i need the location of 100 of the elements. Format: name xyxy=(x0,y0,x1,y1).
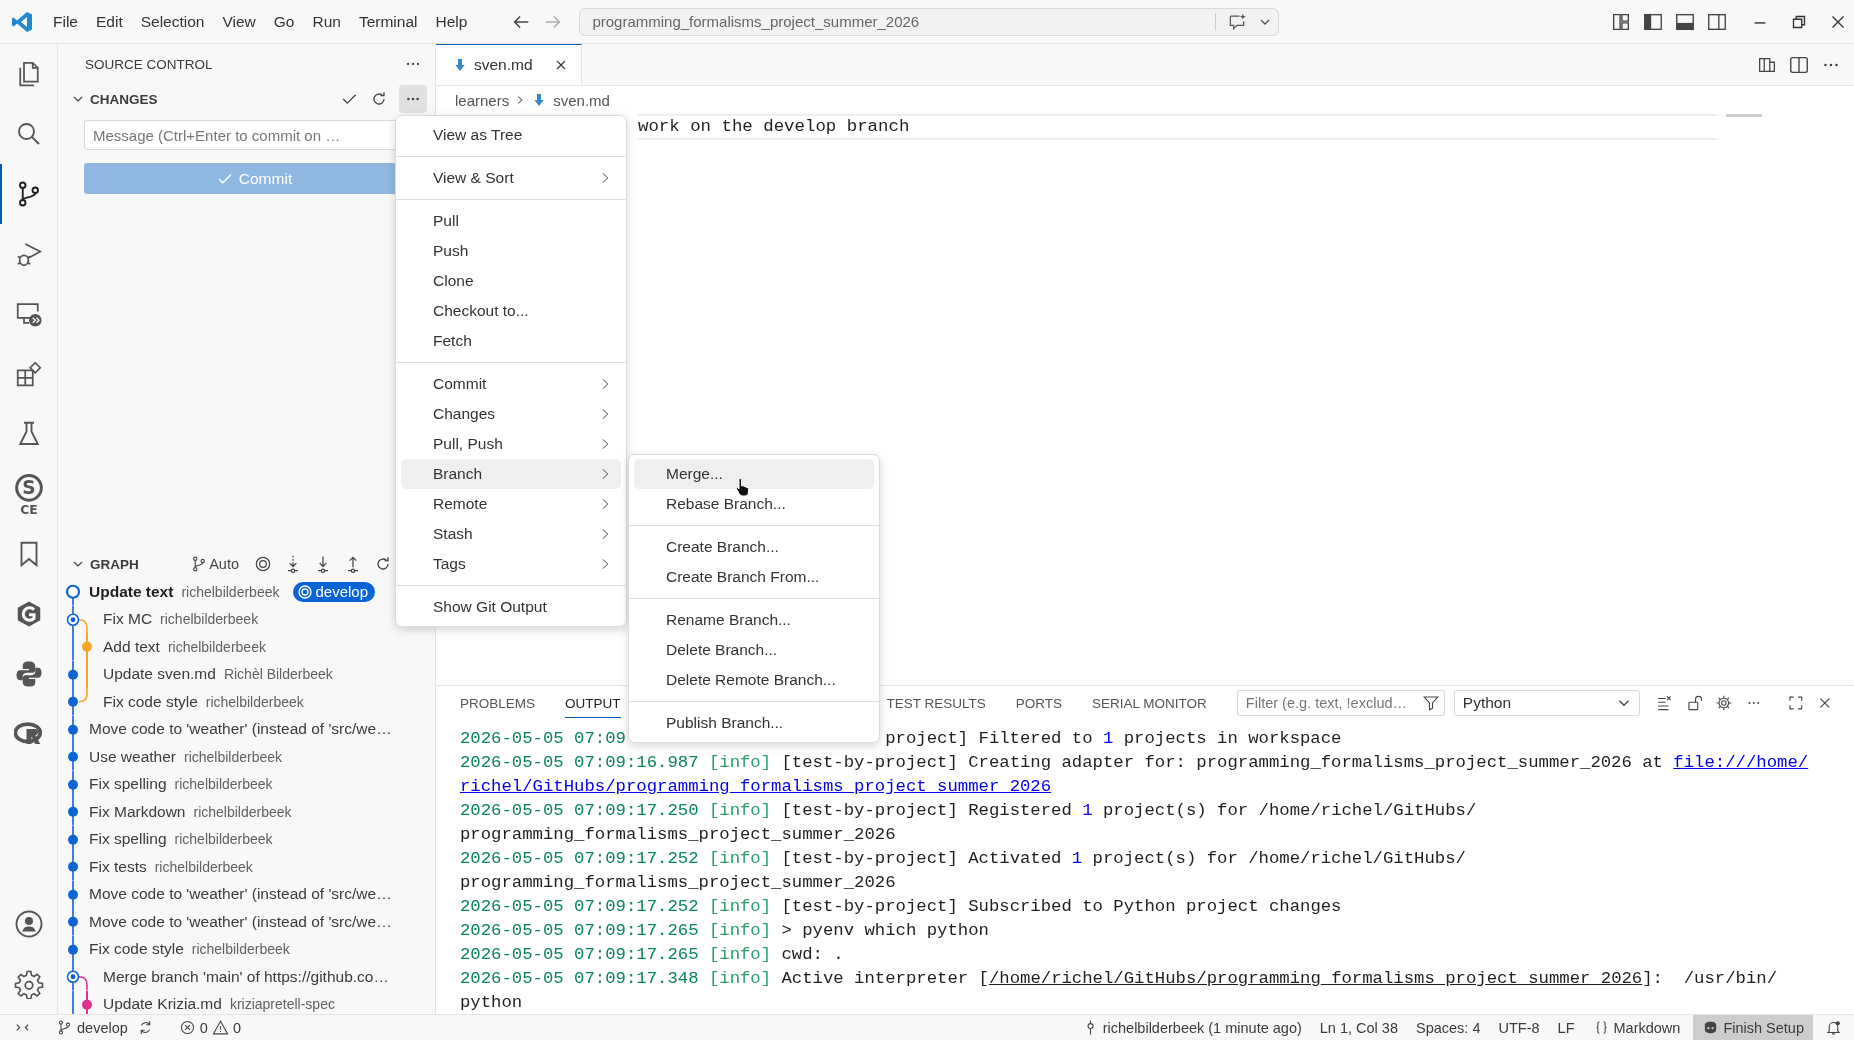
problems-status-item[interactable]: 0 0 xyxy=(169,1015,254,1040)
editor-tab[interactable]: sven.md xyxy=(436,44,582,85)
commit-message[interactable]: Fix tests xyxy=(89,857,147,876)
menu-item[interactable]: Merge... xyxy=(634,459,874,489)
sidebar-title: SOURCE CONTROL xyxy=(85,56,214,72)
path-link[interactable]: /home/richel/GitHubs/programming_formalisms_project_summer_2026 xyxy=(988,969,1643,988)
commit-author: richelbilderbeek xyxy=(167,638,266,655)
menu-item[interactable]: Push xyxy=(401,236,621,266)
menu-item[interactable]: Remote xyxy=(401,489,621,519)
menu-item[interactable]: Rename Branch... xyxy=(634,605,874,635)
status-item[interactable]: Ln 1, Col 38 xyxy=(1310,1015,1407,1040)
menu-bar-item[interactable]: Help xyxy=(426,12,477,31)
menu-item[interactable]: Branch xyxy=(401,459,621,489)
commit-author: richelbilderbeek xyxy=(193,803,292,820)
commit-author: richelbilderbeek xyxy=(174,776,273,793)
warning-count: 0 xyxy=(232,1019,241,1036)
menu-item[interactable]: Pull, Push xyxy=(401,429,621,459)
commit-message[interactable]: Fix code style xyxy=(103,692,198,711)
menu-item[interactable]: Delete Remote Branch... xyxy=(634,665,874,695)
last-commit-status-item[interactable]: richelbilderbeek (1 minute ago) xyxy=(1072,1015,1311,1040)
commit-author: richelbilderbeek xyxy=(191,941,290,958)
output-line: 2026-05-05 07:09:17.250 [info] [test-by-project] Registered 1 project(s) for /home/richel/GitHubs/ xyxy=(460,800,1478,822)
channel-dropdown[interactable]: Python xyxy=(1453,690,1641,716)
status-item[interactable]: UTF-8 xyxy=(1489,1015,1549,1040)
auto-mode-button[interactable]: Auto xyxy=(190,555,239,573)
branch-name: develop xyxy=(77,1019,128,1036)
commit-author: richelbilderbeek xyxy=(181,583,280,600)
menu-bar-item[interactable]: Edit xyxy=(87,12,132,31)
language-name: Markdown xyxy=(1613,1019,1681,1036)
menu-item[interactable]: Stash xyxy=(401,519,621,549)
menu-item[interactable]: Changes xyxy=(401,399,621,429)
commit-author: richelbilderbeek xyxy=(154,858,253,875)
file-link[interactable]: richel/GitHubs/programming_formalisms_project_summer_2026 xyxy=(460,777,1052,796)
menu-item[interactable]: Show Git Output xyxy=(401,592,621,622)
menu-item[interactable]: Fetch xyxy=(401,326,621,356)
menu-bar-item[interactable]: Terminal xyxy=(349,12,427,31)
commit-message[interactable]: Fix spelling xyxy=(89,775,167,794)
commit-message[interactable]: Update text xyxy=(89,582,174,601)
output-line: 2026-05-05 07:09:17.252 [info] [test-by-project] Subscribed to Python project changes xyxy=(460,896,1343,918)
commit-message[interactable]: Fix spelling xyxy=(89,830,167,849)
status-item[interactable]: Spaces: 4 xyxy=(1407,1015,1490,1040)
branch-status-item[interactable]: develop xyxy=(47,1015,137,1040)
menu-item[interactable]: Commit xyxy=(401,369,621,399)
commit-info: richelbilderbeek (1 minute ago) xyxy=(1102,1019,1302,1036)
output-line: python xyxy=(460,992,524,1014)
breadcrumb-item[interactable]: learners xyxy=(455,91,510,109)
commit-author: richelbilderbeek xyxy=(205,693,304,710)
menu-item[interactable]: Create Branch... xyxy=(634,532,874,562)
output-line: 2026-05-05 07:09:17.265 [info] cwd: . xyxy=(460,944,845,966)
output-line: 2026-05-05 07:09:16.987 [info] [test-by-project] Creating adapter for: programming_formalisms_project_summer_2026 at file:///home/ xyxy=(460,752,1810,774)
section-title[interactable]: GRAPH xyxy=(90,556,139,572)
file-link[interactable]: file:///home/ xyxy=(1673,753,1809,772)
menu-bar-item[interactable]: View xyxy=(213,12,265,31)
output-line: programming_formalisms_project_summer_2026 xyxy=(460,824,897,846)
menu-item[interactable]: Tags xyxy=(401,549,621,579)
panel-tab[interactable]: SERIAL MONITOR xyxy=(1092,688,1207,718)
commit-author: richelbilderbeek xyxy=(174,831,273,848)
commit-author: richelbilderbeek xyxy=(184,748,283,765)
language-status-item[interactable]: Markdown xyxy=(1583,1015,1690,1040)
output-line: 2026-05-05 07:09:17.265 [info] > pyenv which python xyxy=(460,920,990,942)
activity-bar-item[interactable]: S CE xyxy=(0,464,57,524)
menu-bar-item[interactable]: File xyxy=(44,12,87,31)
setup-label: Finish Setup xyxy=(1723,1019,1804,1036)
menu-item[interactable]: Pull xyxy=(401,206,621,236)
menu-item[interactable]: Clone xyxy=(401,266,621,296)
commit-message[interactable]: Update sven.md xyxy=(103,665,216,684)
panel-tab[interactable]: TEST RESULTS xyxy=(886,688,986,718)
commit-author: Richèl Bilderbeek xyxy=(223,666,333,683)
finish-setup-button[interactable]: Finish Setup xyxy=(1693,1015,1813,1040)
commit-message[interactable]: Move code to 'weather' (instead of 'src/we… xyxy=(89,720,392,739)
breadcrumb-item[interactable]: sven.md xyxy=(553,91,610,109)
menu-bar-item[interactable]: Selection xyxy=(131,12,214,31)
code-line: work on the develop branch xyxy=(638,114,1718,140)
commit-message[interactable]: Fix code style xyxy=(89,940,184,959)
menu-bar-item[interactable]: Go xyxy=(264,12,304,31)
error-count: 0 xyxy=(199,1019,208,1036)
command-center-field[interactable]: programming_formalisms_project_summer_2026 xyxy=(579,7,1280,36)
commit-message[interactable]: Move code to 'weather' (instead of 'src/we… xyxy=(89,912,392,931)
panel-tab[interactable]: OUTPUT xyxy=(565,688,621,718)
commit-message[interactable]: Add text xyxy=(103,637,160,656)
branch-name: develop xyxy=(315,583,368,601)
menu-item[interactable]: Create Branch From... xyxy=(634,562,874,592)
filter-field[interactable]: Filter (e.g. text, !exclud… xyxy=(1236,690,1445,716)
output-line: programming_formalisms_project_summer_2026 xyxy=(460,872,897,894)
panel-tab[interactable]: PORTS xyxy=(1015,688,1063,718)
status-item[interactable]: LF xyxy=(1548,1015,1584,1040)
commit-message[interactable]: Merge branch 'main' of https://github.co… xyxy=(103,967,389,986)
panel-tab[interactable]: PROBLEMS xyxy=(460,688,536,718)
section-title[interactable]: CHANGES xyxy=(90,91,158,107)
menu-item[interactable]: Checkout to... xyxy=(401,296,621,326)
menu-item[interactable]: Delete Branch... xyxy=(634,635,874,665)
commit-message[interactable]: Use weather xyxy=(89,747,176,766)
commit-message[interactable]: Fix MC xyxy=(103,610,153,629)
menu-item[interactable]: Rebase Branch... xyxy=(634,489,874,519)
commit-message[interactable]: Update Krizia.md xyxy=(103,995,222,1014)
commit-message[interactable]: Fix Markdown xyxy=(89,802,186,821)
commit-message[interactable]: Move code to 'weather' (instead of 'src/we… xyxy=(89,885,392,904)
commit-author: richelbilderbeek xyxy=(160,611,259,628)
menu-bar-item[interactable]: Run xyxy=(303,12,350,31)
output-line: 2026-05-05 07:09:17.252 [info] [test-by-project] Activated 1 project(s) for /home/richel/GitHubs/ xyxy=(460,848,1467,870)
